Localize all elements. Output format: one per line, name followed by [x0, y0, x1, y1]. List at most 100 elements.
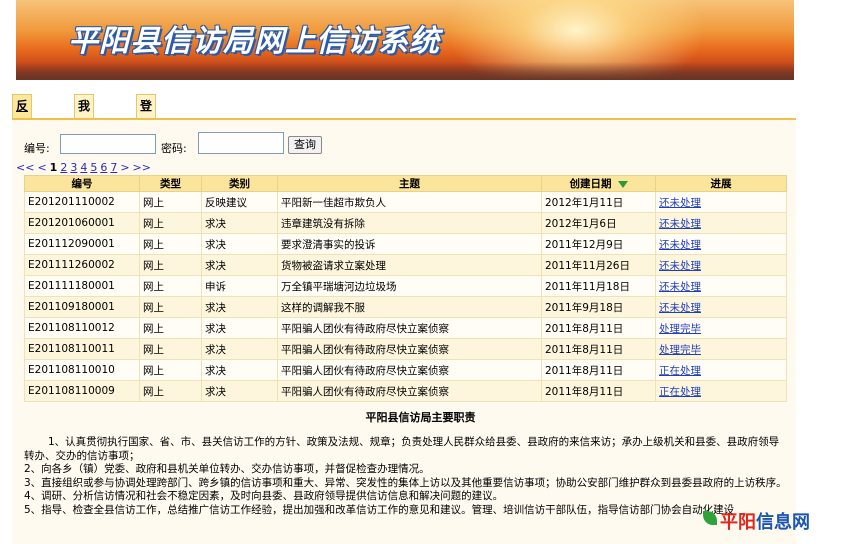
- cell-type: 网上: [139, 191, 202, 213]
- banner-horizon: [16, 62, 794, 80]
- cell-created-date: 2011年11月26日: [541, 254, 656, 276]
- tab-write-letter[interactable]: 我要写信: [74, 94, 95, 179]
- password-input[interactable]: [198, 132, 284, 154]
- col-header-subject[interactable]: 主题: [277, 175, 542, 192]
- cell-subject: 平阳骗人团伙有待政府尽快立案侦察: [277, 359, 542, 381]
- page-link[interactable]: 2: [60, 161, 67, 174]
- next-page-link[interactable]: >: [120, 161, 129, 174]
- cell-type: 网上: [139, 233, 202, 255]
- table-row: E201108110012 网上 求决 平阳骗人团伙有待政府尽快立案侦察 2011年8月…: [24, 317, 787, 339]
- cell-number: E201108110011: [24, 338, 140, 360]
- cell-subject: 平阳骗人团伙有待政府尽快立案侦察: [277, 380, 542, 402]
- cell-created-date: 2011年8月11日: [541, 359, 656, 381]
- col-header-created-date-label: 创建日期: [569, 178, 612, 190]
- cell-number: E201108110012: [24, 317, 140, 339]
- table-row: E201108110009 网上 求决 平阳骗人团伙有待政府尽快立案侦察 2011年8月…: [24, 380, 787, 402]
- table-header-row: 编号 类型 类别 主题 创建日期 进展: [24, 175, 787, 192]
- progress-link[interactable]: 还未处理: [655, 233, 787, 255]
- cell-number: E201201110002: [24, 191, 140, 213]
- cell-number: E201111180001: [24, 275, 140, 297]
- query-button[interactable]: 查询: [288, 136, 322, 154]
- letters-table: 编号 类型 类别 主题 创建日期 进展 E201201110002 网上 反映建议平…: [24, 175, 787, 402]
- col-header-created-date[interactable]: 创建日期: [541, 175, 656, 192]
- cell-category: 求决: [201, 380, 278, 402]
- page-link[interactable]: 5: [90, 161, 97, 174]
- progress-link[interactable]: 还未处理: [655, 191, 787, 213]
- table-row: E201108110011 网上 求决 平阳骗人团伙有待政府尽快立案侦察 2011年8月…: [24, 338, 787, 360]
- tab-login[interactable]: 登录: [136, 94, 157, 135]
- last-page-link[interactable]: >>: [133, 161, 151, 174]
- sort-desc-icon[interactable]: [617, 180, 628, 188]
- cell-category: 申诉: [201, 275, 278, 297]
- cell-created-date: 2011年8月11日: [541, 380, 656, 402]
- progress-link[interactable]: 还未处理: [655, 254, 787, 276]
- cell-category: 求决: [201, 212, 278, 234]
- cell-number: E201108110009: [24, 380, 140, 402]
- duties-text: 1、认真贯彻执行国家、省、市、县关信访工作的方针、政策及法规、规章；负责处理人民…: [24, 436, 788, 518]
- cell-type: 网上: [139, 254, 202, 276]
- number-input[interactable]: [60, 134, 156, 154]
- watermark-logo: 平阳信息网: [720, 508, 810, 534]
- cell-created-date: 2011年8月11日: [541, 317, 656, 339]
- current-page: 1: [49, 161, 58, 174]
- duty-item: 2、向各乡（镇）党委、政府和县机关单位转办、交办信访事项，并督促检查办理情况。: [24, 463, 430, 476]
- col-header-category[interactable]: 类别: [201, 175, 278, 192]
- duty-item: 1、认真贯彻执行国家、省、市、县关信访工作的方针、政策及法规、规章；负责处理人民…: [24, 436, 780, 462]
- cell-subject: 这样的调解我不服: [277, 296, 542, 318]
- page-link[interactable]: 7: [110, 161, 117, 174]
- table-row: E201201060001 网上 求决 违章建筑没有拆除 2012年1月6日 还未处理: [24, 212, 787, 234]
- password-label: 密码:: [161, 142, 187, 155]
- cell-category: 求决: [201, 338, 278, 360]
- cell-subject: 平阳骗人团伙有待政府尽快立案侦察: [277, 338, 542, 360]
- cell-subject: 平阳骗人团伙有待政府尽快立案侦察: [277, 317, 542, 339]
- col-header-type[interactable]: 类型: [139, 175, 202, 192]
- cell-type: 网上: [139, 275, 202, 297]
- cell-category: 反映建议: [201, 191, 278, 213]
- cell-number: E201109180001: [24, 296, 140, 318]
- cell-category: 求决: [201, 233, 278, 255]
- cell-subject: 违章建筑没有拆除: [277, 212, 542, 234]
- duties-title: 平阳县信访局主要职责: [365, 411, 476, 424]
- cell-type: 网上: [139, 317, 202, 339]
- col-header-number[interactable]: 编号: [24, 175, 140, 192]
- cell-number: E201108110010: [24, 359, 140, 381]
- cell-type: 网上: [139, 380, 202, 402]
- progress-link[interactable]: 处理完毕: [655, 338, 787, 360]
- page-link[interactable]: 6: [100, 161, 107, 174]
- progress-link[interactable]: 还未处理: [655, 275, 787, 297]
- number-label: 编号:: [24, 142, 50, 155]
- table-row: E201108110010 网上 求决 平阳骗人团伙有待政府尽快立案侦察 2011年8月…: [24, 359, 787, 381]
- duty-item: 5、指导、检查全县信访工作，总结推广信访工作经验，提出加强和改革信访工作的意见和…: [24, 503, 735, 516]
- cell-created-date: 2012年1月11日: [541, 191, 656, 213]
- duty-item: 3、直接组织或参与协调处理跨部门、跨乡镇的信访事项和重大、异常、突发性的集体上访…: [24, 476, 787, 489]
- progress-link[interactable]: 处理完毕: [655, 317, 787, 339]
- table-row: E201111260002 网上 求决 货物被盗请求立案处理 2011年11月26日 还未…: [24, 254, 787, 276]
- cell-type: 网上: [139, 296, 202, 318]
- duty-item: 4、调研、分析信访情况和社会不稳定因素，及时向县委、县政府领导提供信访信息和解决…: [24, 490, 504, 503]
- table-body: E201201110002 网上 反映建议 平阳新一佳超市欺负人 2012年1月11日还…: [24, 191, 787, 402]
- table-row: E201109180001 网上 求决 这样的调解我不服 2011年9月18日 还未处理: [24, 296, 787, 318]
- pagination: << <1 2 3 4 5 6 7 > >>: [16, 161, 154, 174]
- page-link[interactable]: 4: [80, 161, 87, 174]
- progress-link[interactable]: 还未处理: [655, 212, 787, 234]
- cell-category: 求决: [201, 317, 278, 339]
- progress-link[interactable]: 正在处理: [655, 359, 787, 381]
- progress-link[interactable]: 还未处理: [655, 296, 787, 318]
- site-banner: 平阳县信访局网上信访系统: [16, 0, 794, 80]
- first-page-link[interactable]: <<: [16, 161, 34, 174]
- progress-link[interactable]: 正在处理: [655, 380, 787, 402]
- table-row: E201111180001 网上 申诉 万全镇平瑞塘河边垃圾场 2011年11月18日还…: [24, 275, 787, 297]
- cell-subject: 货物被盗请求立案处理: [277, 254, 542, 276]
- page-link[interactable]: 3: [70, 161, 77, 174]
- prev-page-link[interactable]: <: [37, 161, 46, 174]
- cell-category: 求决: [201, 254, 278, 276]
- cell-number: E201111260002: [24, 254, 140, 276]
- tab-feedback-query[interactable]: 反馈查询: [12, 94, 33, 179]
- cell-created-date: 2011年9月18日: [541, 296, 656, 318]
- col-header-progress[interactable]: 进展: [655, 175, 787, 192]
- site-title: 平阳县信访局网上信访系统: [68, 24, 440, 59]
- cell-category: 求决: [201, 296, 278, 318]
- cell-created-date: 2011年8月11日: [541, 338, 656, 360]
- watermark-part2: 信息网: [756, 512, 810, 533]
- cell-created-date: 2012年1月6日: [541, 212, 656, 234]
